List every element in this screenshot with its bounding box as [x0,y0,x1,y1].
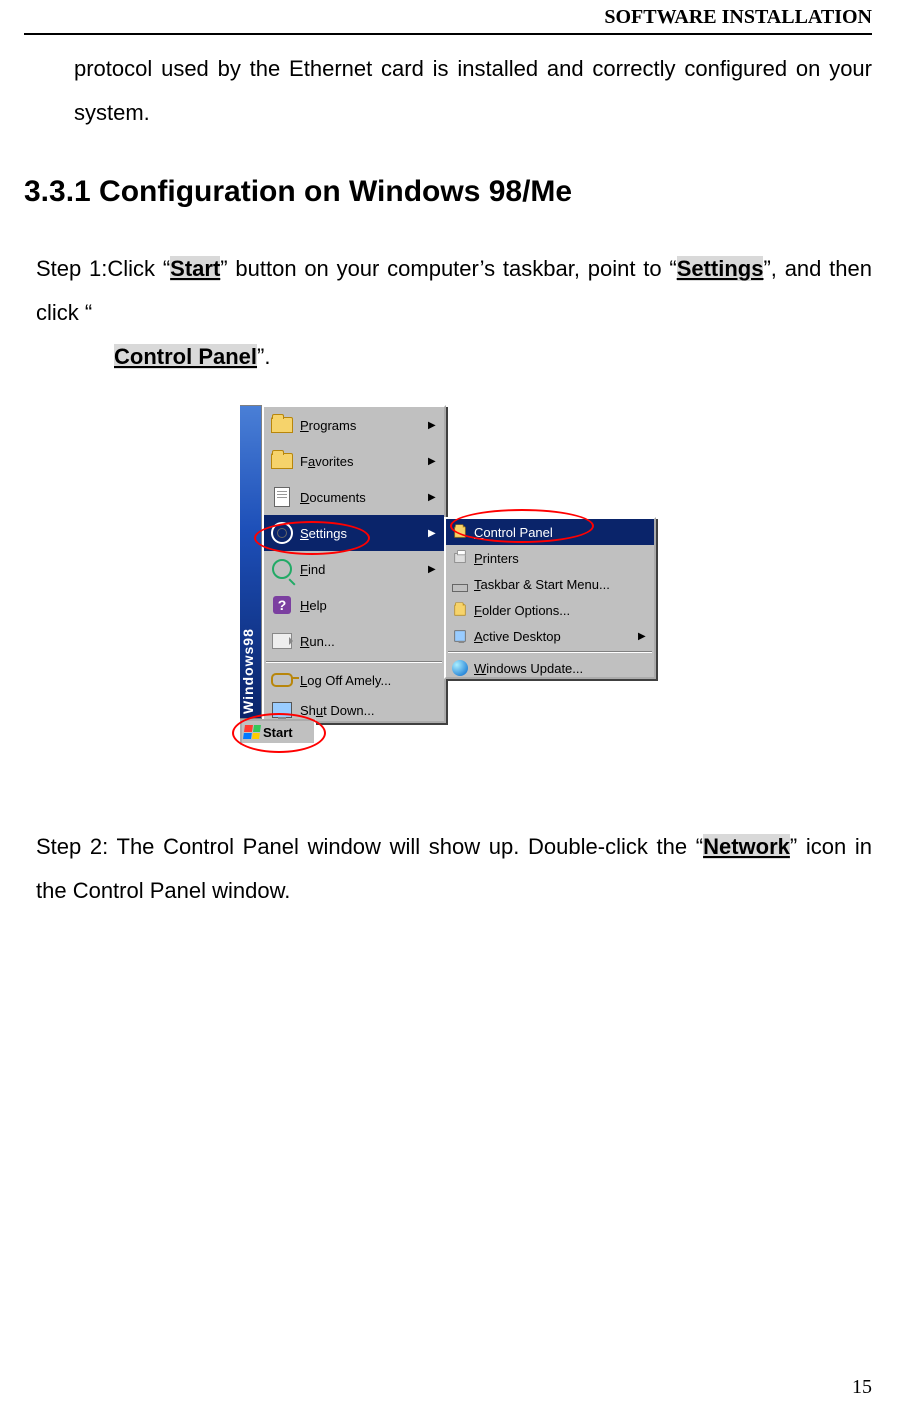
page-number: 15 [852,1376,872,1399]
submenu-label: Taskbar & Start Menu... [474,577,648,592]
menu-label: Settings [300,526,428,541]
menu-item-settings[interactable]: Settings ▶ [264,515,444,551]
submenu-item-folderoptions[interactable]: Folder Options... [446,597,654,623]
menu-item-programs[interactable]: Programs ▶ [264,407,444,443]
menu-label: Programs [300,418,428,433]
menu-label: Favorites [300,454,428,469]
menu-label: Help [300,598,438,613]
step1-hl-settings: Settings [677,256,764,281]
submenu-label: Printers [474,551,648,566]
menu-label: Shut Down... [300,703,438,718]
submenu-item-activedesktop[interactable]: Active Desktop ▶ [446,623,654,649]
menu-label: Log Off Amely... [300,673,438,688]
menu-item-find[interactable]: Find ▶ [264,551,444,587]
favorites-icon [270,449,294,473]
submenu-item-printers[interactable]: Printers [446,545,654,571]
submenu-arrow-icon: ▶ [428,564,438,575]
step1-hl-controlpanel: Control Panel [114,344,257,369]
control-panel-icon [452,524,468,540]
menu-label: Documents [300,490,428,505]
header-rule [24,33,872,35]
menu-separator [448,651,652,653]
step1-hl-start: Start [170,256,220,281]
find-icon [270,557,294,581]
menu-item-documents[interactable]: Documents ▶ [264,479,444,515]
submenu-arrow-icon: ▶ [428,528,438,539]
windows-flag-icon [243,725,261,739]
active-desktop-icon [452,628,468,644]
submenu-item-windowsupdate[interactable]: Windows Update... [446,655,654,681]
menu-item-logoff[interactable]: Log Off Amely... [264,665,444,695]
menu-label: Run... [300,634,438,649]
windows98-band: Windows98 [240,405,262,719]
submenu-arrow-icon: ▶ [428,456,438,467]
menu-separator [266,661,442,663]
submenu-label: Windows Update... [474,661,648,676]
figure-start-menu: Windows98 Programs ▶ Favorites ▶ Documen… [24,405,872,765]
submenu-item-taskbar[interactable]: Taskbar & Start Menu... [446,571,654,597]
intro-paragraph: protocol used by the Ethernet card is in… [74,47,872,135]
help-icon: ? [270,593,294,617]
page-header-title: SOFTWARE INSTALLATION [24,0,872,29]
menu-item-help[interactable]: ? Help [264,587,444,623]
logoff-icon [270,668,294,692]
submenu-label: Control Panel [474,525,648,540]
submenu-item-controlpanel[interactable]: Control Panel [446,519,654,545]
run-icon [270,629,294,653]
section-heading: 3.3.1 Configuration on Windows 98/Me [24,175,872,209]
windows-update-icon [452,660,468,676]
submenu-label: Folder Options... [474,603,648,618]
submenu-arrow-icon: ▶ [428,492,438,503]
start-button-label: Start [263,725,293,740]
settings-icon [270,521,294,545]
start-menu: Programs ▶ Favorites ▶ Documents ▶ Setti… [262,405,446,723]
taskbar-icon [452,576,468,592]
submenu-label: Active Desktop [474,629,638,644]
step-2: Step 2: The Control Panel window will sh… [36,825,872,913]
submenu-arrow-icon: ▶ [638,631,648,642]
programs-icon [270,413,294,437]
start-button[interactable]: Start [240,719,316,745]
menu-item-run[interactable]: Run... [264,623,444,659]
settings-submenu: Control Panel Printers Taskbar & Start M… [444,517,656,679]
step-1: Step 1:Click “Start” button on your comp… [36,247,872,379]
submenu-arrow-icon: ▶ [428,420,438,431]
menu-label: Find [300,562,428,577]
folder-options-icon [452,602,468,618]
documents-icon [270,485,294,509]
step2-hl-network: Network [703,834,790,859]
menu-item-favorites[interactable]: Favorites ▶ [264,443,444,479]
printers-icon [452,550,468,566]
